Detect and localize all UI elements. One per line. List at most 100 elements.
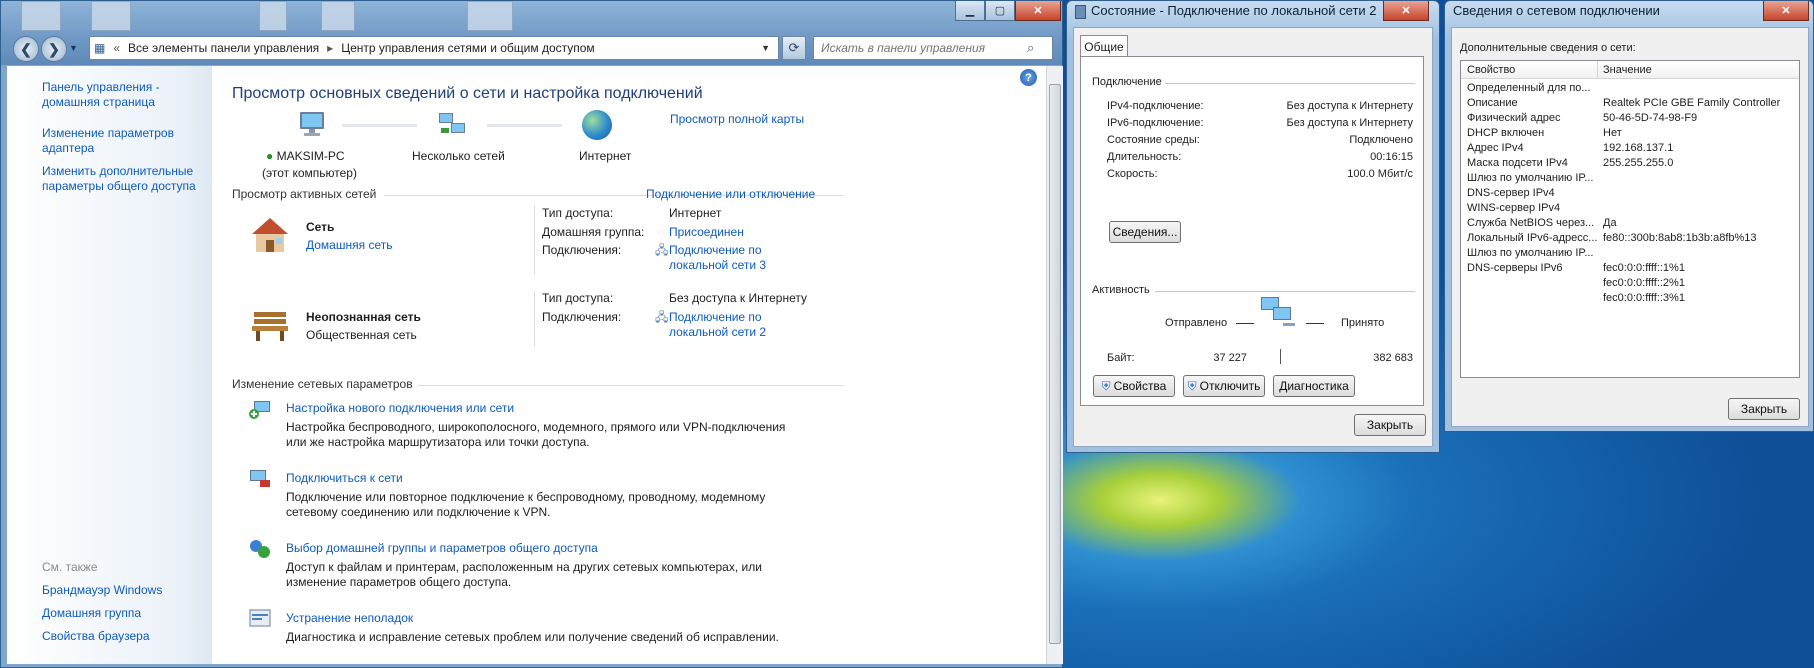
row-property: Локальный IPv6-адресс... (1467, 232, 1598, 244)
tab-general[interactable]: Общие (1080, 35, 1128, 57)
table-row[interactable]: Физический адрес 50-46-5D-74-98-F9 (1461, 111, 1799, 126)
disable-button[interactable]: ⛨ Отключить (1183, 375, 1265, 397)
details-button[interactable]: Сведения... (1109, 221, 1181, 243)
row-property: Маска подсети IPv4 (1467, 157, 1568, 169)
table-row[interactable]: Локальный IPv6-адресс... fe80::300b:8ab8:… (1461, 231, 1799, 246)
status-dialog-title: Состояние - Подключение по локальной сет… (1091, 3, 1377, 18)
sidebar-item-homegroup[interactable]: Домашняя группа (42, 606, 212, 621)
breadcrumb-current[interactable]: Центр управления сетями и общим доступом (341, 41, 595, 55)
table-row[interactable]: Определенный для по... (1461, 81, 1799, 96)
sidebar-item-firewall[interactable]: Брандмауэр Windows (42, 583, 212, 598)
row-value: fec0:0:0:ffff::1%1 (1603, 262, 1685, 274)
divider (1306, 323, 1324, 324)
row-value: Да (1603, 217, 1617, 229)
divider (534, 206, 535, 274)
taskbar-thumbnail[interactable] (91, 1, 131, 31)
sidebar-item-home[interactable]: Панель управления - домашняя страница (42, 80, 212, 110)
breadcrumb-separator-icon[interactable]: ▸ (327, 41, 333, 55)
breadcrumb-overflow-icon[interactable]: « (113, 41, 120, 55)
taskbar-thumbnail[interactable] (21, 1, 61, 31)
network-1-type-link[interactable]: Домашняя сеть (306, 238, 392, 253)
row-property: Шлюз по умолчанию IP... (1467, 172, 1594, 184)
taskbar-thumbnail[interactable] (321, 1, 355, 31)
caption-buttons: ▁ ▢ ✕ (955, 1, 1061, 21)
close-button[interactable]: ✕ (1015, 1, 1061, 21)
shield-icon: ⛨ (1101, 378, 1111, 393)
table-row[interactable]: Маска подсети IPv4 255.255.255.0 (1461, 156, 1799, 171)
details-subtitle: Дополнительные сведения о сети: (1460, 42, 1636, 54)
details-panel: Дополнительные сведения о сети: Свойство… (1451, 27, 1809, 427)
full-map-link[interactable]: Просмотр полной карты (670, 112, 804, 127)
window-chrome: ▁ ▢ ✕ ❮ ❯ ▼ ▦ « Все элементы панели упра… (1, 1, 1062, 65)
table-row[interactable]: Шлюз по умолчанию IP... (1461, 171, 1799, 186)
properties-button[interactable]: ⛨ Свойства (1093, 375, 1175, 397)
sidebar-item-browser[interactable]: Свойства браузера (42, 629, 212, 644)
taskbar-thumbnail[interactable] (467, 1, 513, 31)
breadcrumb-root[interactable]: Все элементы панели управления (128, 41, 319, 55)
taskbar-thumbnail[interactable] (259, 1, 287, 31)
table-row[interactable]: Служба NetBIOS через... Да (1461, 216, 1799, 231)
address-dropdown-icon[interactable]: ▼ (761, 43, 770, 53)
task-troubleshoot-link[interactable]: Устранение неполадок (286, 611, 413, 626)
task-new-connection-link[interactable]: Настройка нового подключения или сети (286, 401, 514, 416)
details-table[interactable]: Свойство Значение Определенный для по...… (1460, 60, 1800, 378)
ethernet-icon: 🖧 (655, 243, 669, 257)
status-close-button[interactable]: Закрыть (1354, 414, 1426, 436)
row-value: 50-46-5D-74-98-F9 (1603, 112, 1698, 124)
vertical-scrollbar[interactable] (1046, 66, 1063, 664)
sidebar-item-sharing[interactable]: Изменить дополнительные параметры общего… (42, 164, 212, 194)
help-icon[interactable]: ? (1020, 69, 1037, 86)
status-row-label: IPv6-подключение: (1107, 117, 1204, 129)
refresh-icon[interactable]: ⟳ (782, 36, 806, 60)
task-homegroup-link[interactable]: Выбор домашней группы и параметров общег… (286, 541, 598, 556)
search-input[interactable] (821, 41, 1027, 55)
task-troubleshoot-desc: Диагностика и исправление сетевых пробле… (286, 630, 779, 644)
details-close-x-button[interactable]: ✕ (1763, 1, 1809, 21)
status-close-x-button[interactable]: ✕ (1383, 1, 1429, 21)
sidebar-item-adapter[interactable]: Изменение параметров адаптера (42, 126, 212, 156)
network-1-access-value: Интернет (669, 206, 722, 220)
forward-button[interactable]: ❯ (41, 36, 67, 62)
network-2-conn-link[interactable]: Подключение по локальной сети 2 (669, 310, 766, 340)
maximize-button[interactable]: ▢ (985, 1, 1015, 21)
col-value-header[interactable]: Значение (1603, 64, 1652, 77)
map-connector (342, 124, 417, 127)
network-1-homegroup-link[interactable]: Присоединен (669, 225, 744, 240)
row-property: DNS-серверы IPv6 (1467, 262, 1563, 274)
recent-pages-icon[interactable]: ▼ (69, 43, 78, 53)
search-box[interactable]: ⌕ (813, 36, 1053, 60)
search-icon[interactable]: ⌕ (1027, 40, 1034, 56)
row-value: 255.255.255.0 (1603, 157, 1674, 169)
public-network-icon (250, 306, 290, 342)
minimize-button[interactable]: ▁ (955, 1, 985, 21)
status-row-value: Без доступа к Интернету (1286, 100, 1413, 112)
details-close-button[interactable]: Закрыть (1728, 398, 1800, 420)
table-row[interactable]: DNS-сервер IPv4 (1461, 186, 1799, 201)
table-row[interactable]: DHCP включен Нет (1461, 126, 1799, 141)
table-row[interactable]: fec0:0:0:ffff::3%1 (1461, 291, 1799, 306)
connection-group-title: Подключение (1092, 76, 1162, 88)
diagnose-button[interactable]: Диагностика (1273, 375, 1355, 397)
connect-network-icon (248, 468, 272, 490)
task-connect-link[interactable]: Подключиться к сети (286, 471, 403, 486)
computer-sub-label: (этот компьютер) (262, 166, 357, 180)
col-property-header[interactable]: Свойство (1467, 64, 1515, 77)
control-panel-icon: ▦ (94, 41, 106, 55)
table-row[interactable]: WINS-сервер IPv4 (1461, 201, 1799, 216)
row-property: DHCP включен (1467, 127, 1545, 139)
task-new-connection-desc: Настройка беспроводного, широкополосного… (286, 420, 786, 449)
back-button[interactable]: ❮ (13, 36, 39, 62)
connect-disconnect-link[interactable]: Подключение или отключение (646, 187, 815, 202)
table-row[interactable]: Описание Realtek PCIe GBE Family Controll… (1461, 96, 1799, 111)
table-row[interactable]: Адрес IPv4 192.168.137.1 (1461, 141, 1799, 156)
network-1-conn-link[interactable]: Подключение по локальной сети 3 (669, 243, 766, 273)
networks-icon (437, 111, 469, 139)
address-bar[interactable]: ▦ « Все элементы панели управления ▸ Цен… (89, 36, 779, 60)
table-row[interactable]: DNS-серверы IPv6 fec0:0:0:ffff::1%1 (1461, 261, 1799, 276)
table-row[interactable]: Шлюз по умолчанию IP... (1461, 246, 1799, 261)
details-table-header: Свойство Значение (1461, 61, 1799, 79)
scrollbar-thumb[interactable] (1049, 84, 1061, 644)
homegroup-sharing-icon (248, 538, 272, 560)
details-dialog: Сведения о сетевом подключении ✕ Дополни… (1444, 0, 1814, 432)
table-row[interactable]: fec0:0:0:ffff::2%1 (1461, 276, 1799, 291)
